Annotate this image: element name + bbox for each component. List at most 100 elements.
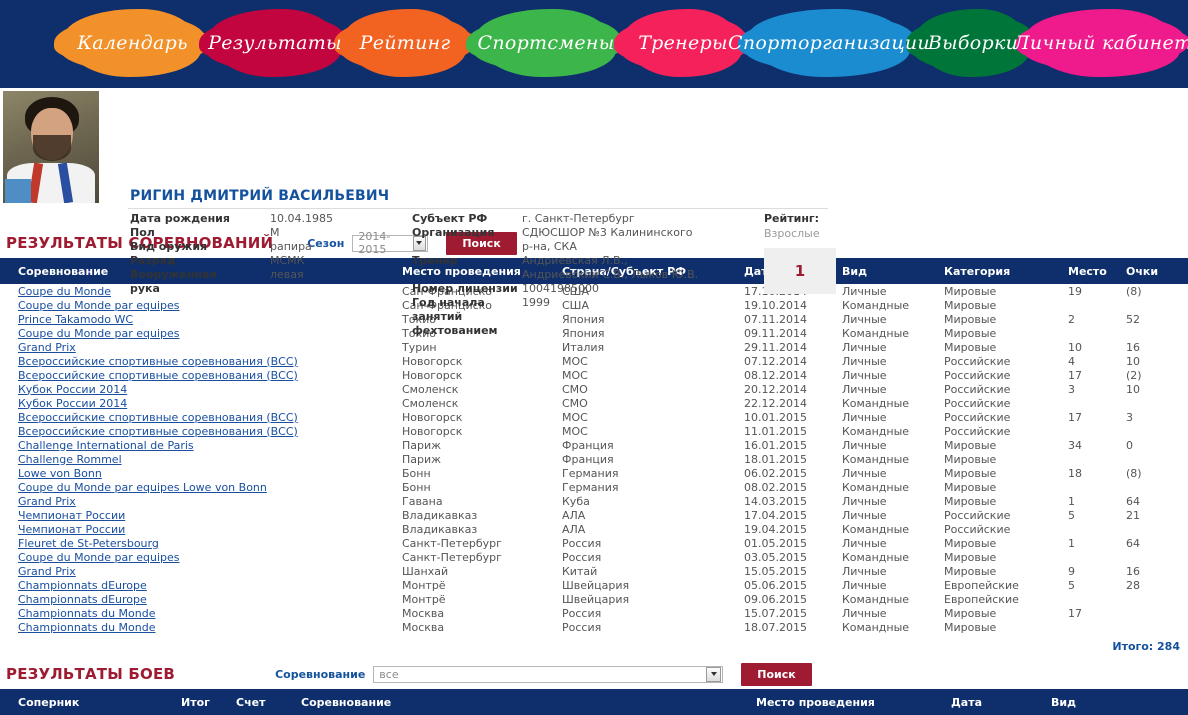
nav-item-3[interactable]: Спортсмены — [466, 9, 626, 77]
competition-link[interactable]: Challenge Rommel — [18, 453, 122, 466]
nav-item-0[interactable]: Календарь — [54, 9, 211, 77]
cell-competition[interactable]: Coupe du Monde par equipes — [0, 326, 396, 340]
competition-link[interactable]: Coupe du Monde — [18, 285, 111, 298]
competition-link[interactable]: Grand Prix — [18, 495, 76, 508]
competition-link[interactable]: Challenge International de Paris — [18, 439, 194, 452]
cell-value: Мировые — [944, 326, 997, 340]
cell-competition[interactable]: Кубок России 2014 — [0, 396, 396, 410]
column-header[interactable]: Соревнование — [295, 689, 750, 715]
competition-link[interactable]: Всероссийские спортивные соревнования (В… — [18, 369, 298, 382]
cell-competition[interactable]: Чемпионат России — [0, 522, 396, 536]
cell-value: 11.01.2015 — [744, 424, 807, 438]
cell-competition[interactable]: Fleuret de St-Petersbourg — [0, 536, 396, 550]
competition-link[interactable]: Grand Prix — [18, 341, 76, 354]
cell-competition[interactable]: Чемпионат России — [0, 508, 396, 522]
cell-value: 10 — [1126, 354, 1140, 368]
column-header[interactable]: Место — [1062, 258, 1120, 284]
cell-value: Командные — [842, 396, 910, 410]
competition-link[interactable]: Чемпионат России — [18, 523, 125, 536]
profile-field-value: СДЮСШОР №3 Калининского — [522, 226, 693, 239]
cell-value: Бонн — [402, 466, 431, 480]
cell-competition[interactable]: Championnats dEurope — [0, 592, 396, 606]
cell-competition[interactable]: Coupe du Monde par equipes — [0, 298, 396, 312]
cell-competition[interactable]: Challenge International de Paris — [0, 438, 396, 452]
competition-link[interactable]: Fleuret de St-Petersbourg — [18, 537, 159, 550]
table-row: Fleuret de St-Petersbourg Санкт-Петербург… — [0, 536, 1188, 550]
competition-link[interactable]: Coupe du Monde par equipes — [18, 299, 180, 312]
competition-link[interactable]: Всероссийские спортивные соревнования (В… — [18, 425, 298, 438]
cell-competition[interactable]: Lowe von Bonn — [0, 466, 396, 480]
nav-item-1[interactable]: Результаты — [199, 9, 351, 77]
competition-link[interactable]: Кубок России 2014 — [18, 397, 127, 410]
cell-competition[interactable]: Кубок России 2014 — [0, 382, 396, 396]
bouts-search-button[interactable]: Поиск — [741, 662, 812, 686]
column-header[interactable]: Вид — [836, 258, 938, 284]
competition-link[interactable]: Coupe du Monde par equipes — [18, 327, 180, 340]
bouts-competition-select[interactable]: все — [373, 665, 724, 683]
cell-value: 10 — [1126, 382, 1140, 396]
cell-competition[interactable]: Всероссийские спортивные соревнования (В… — [0, 368, 396, 382]
competition-link[interactable]: Всероссийские спортивные соревнования (В… — [18, 411, 298, 424]
cell-competition[interactable]: Grand Prix — [0, 340, 396, 354]
competition-link[interactable]: Prince Takamodo WC — [18, 313, 133, 326]
column-header[interactable]: Дата — [945, 689, 1045, 715]
cell-value — [1120, 620, 1188, 634]
profile-column-organization: Субъект РФ г. Санкт-Петербург Организация С… — [412, 212, 698, 338]
competition-link[interactable]: Lowe von Bonn — [18, 467, 102, 480]
profile-field-label: Год начала — [412, 296, 485, 309]
column-header[interactable]: Счет — [230, 689, 295, 715]
cell-competition[interactable]: Coupe du Monde par equipes Lowe von Bonn — [0, 480, 396, 494]
column-header[interactable]: Итог — [175, 689, 230, 715]
cell-value: Мировые — [944, 340, 997, 354]
cell-value: 07.11.2014 — [744, 312, 807, 326]
column-header[interactable]: Место проведения — [750, 689, 945, 715]
competition-link[interactable]: Кубок России 2014 — [18, 383, 127, 396]
nav-item-2[interactable]: Рейтинг — [334, 9, 476, 77]
competition-link[interactable]: Championnats dEurope — [18, 579, 147, 592]
profile-field: занятий — [412, 310, 698, 324]
competition-link[interactable]: Championnats du Monde — [18, 621, 156, 634]
cell-competition[interactable]: Coupe du Monde par equipes — [0, 550, 396, 564]
cell-value — [1062, 396, 1120, 410]
cell-value: 10.01.2015 — [744, 410, 807, 424]
cell-value: Командные — [842, 424, 910, 438]
cell-competition[interactable]: Всероссийские спортивные соревнования (В… — [0, 354, 396, 368]
competition-link[interactable]: Coupe du Monde par equipes Lowe von Bonn — [18, 481, 267, 494]
cell-value: 18 — [1068, 466, 1082, 480]
cell-value: СМО — [562, 396, 588, 410]
profile-field-value: 1999 — [522, 296, 550, 309]
competition-link[interactable]: Coupe du Monde par equipes — [18, 551, 180, 564]
column-header[interactable]: Соперник — [0, 689, 175, 715]
column-header[interactable]: Категория — [938, 258, 1062, 284]
cell-competition[interactable]: Prince Takamodo WC — [0, 312, 396, 326]
cell-value: Мировые — [944, 550, 997, 564]
table-row: Grand Prix Шанхай Китай 15.05.2015 Личные Мир… — [0, 564, 1188, 578]
competition-link[interactable]: Grand Prix — [18, 565, 76, 578]
cell-competition[interactable]: Championnats du Monde — [0, 620, 396, 634]
nav-item-7[interactable]: Личный кабинет — [1014, 9, 1188, 77]
table-row: Championnats dEurope Монтрё Швейцария 09.06… — [0, 592, 1188, 606]
table-row: Всероссийские спортивные соревнования (В… — [0, 424, 1188, 438]
cell-competition[interactable]: Grand Prix — [0, 494, 396, 508]
profile-field-label: фехтованием — [412, 324, 498, 337]
cell-value: Монтрё — [402, 578, 446, 592]
profile-field-label: Вид оружия — [130, 240, 208, 253]
cell-competition[interactable]: Challenge Rommel — [0, 452, 396, 466]
cell-competition[interactable]: Grand Prix — [0, 564, 396, 578]
cell-competition[interactable]: Всероссийские спортивные соревнования (В… — [0, 410, 396, 424]
chevron-down-icon[interactable] — [706, 666, 722, 682]
nav-item-label: Рейтинг — [359, 32, 451, 54]
cell-value: Турин — [402, 340, 437, 354]
competition-link[interactable]: Championnats dEurope — [18, 593, 147, 606]
cell-competition[interactable]: Всероссийские спортивные соревнования (В… — [0, 424, 396, 438]
nav-item-5[interactable]: Спорторганизации — [728, 9, 930, 77]
competition-link[interactable]: Всероссийские спортивные соревнования (В… — [18, 355, 298, 368]
cell-competition[interactable]: Championnats dEurope — [0, 578, 396, 592]
table-row: Чемпионат России Владикавказ АЛА 17.04.2015… — [0, 508, 1188, 522]
cell-value: Личные — [842, 382, 887, 396]
column-header[interactable]: Вид — [1045, 689, 1188, 715]
cell-competition[interactable]: Championnats du Monde — [0, 606, 396, 620]
competition-link[interactable]: Championnats du Monde — [18, 607, 156, 620]
competition-link[interactable]: Чемпионат России — [18, 509, 125, 522]
column-header[interactable]: Очки — [1120, 258, 1188, 284]
